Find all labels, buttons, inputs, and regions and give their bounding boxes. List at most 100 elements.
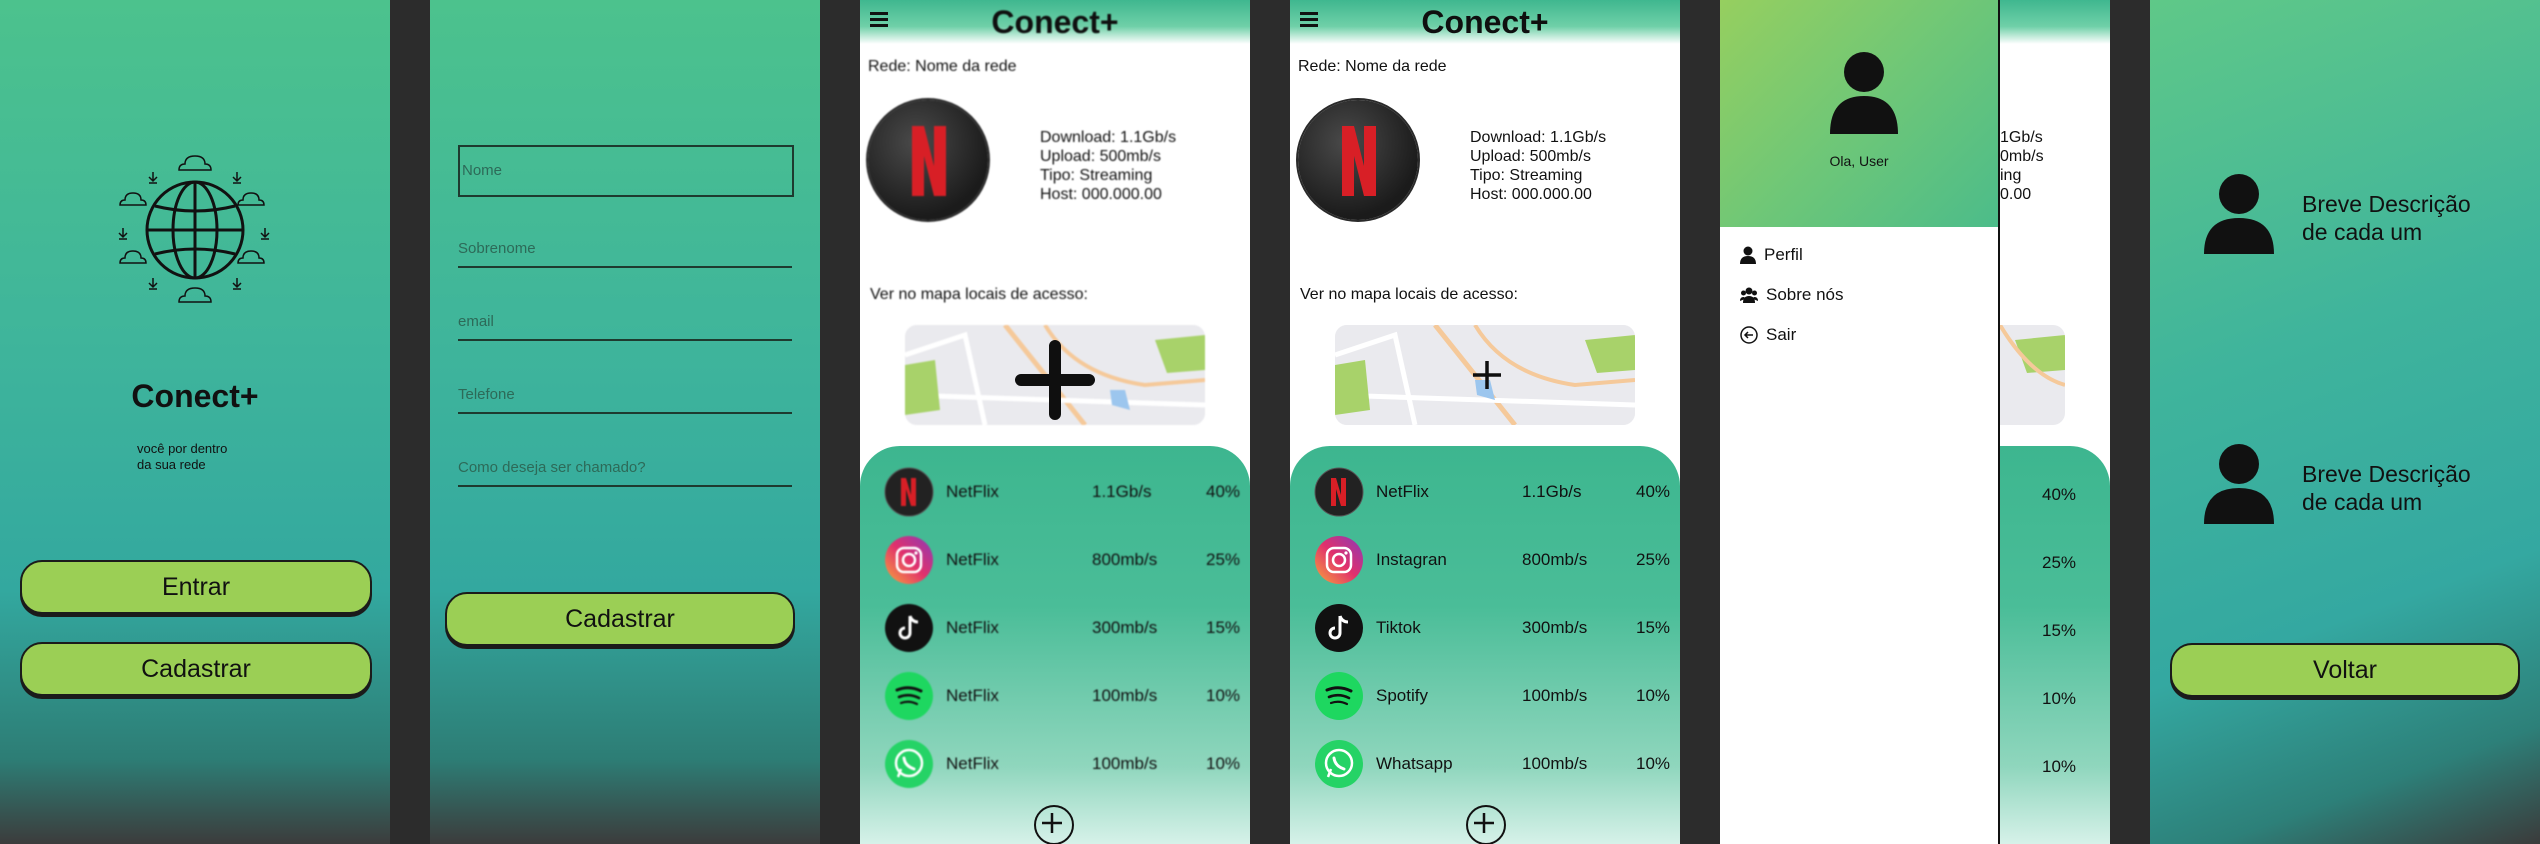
enter-button[interactable]: Entrar	[20, 560, 372, 614]
add-location-plus-icon[interactable]	[1470, 358, 1504, 392]
upload-stat: Upload: 500mb/s	[1040, 148, 1161, 165]
arrow-left-circle-icon	[1740, 326, 1758, 344]
app-row[interactable]: NetFlix 800mb/s 25%	[884, 535, 1244, 589]
app-row[interactable]: Instagran 800mb/s 25%	[1314, 535, 1674, 589]
type-stat: Tipo: Streaming	[1470, 167, 1583, 184]
app-percent: 10%	[1636, 754, 1671, 773]
app-percent: 40%	[1206, 482, 1241, 501]
app-speed: 300mb/s	[1522, 618, 1588, 637]
app-name: NetFlix	[946, 754, 999, 773]
add-location-plus-icon[interactable]	[1015, 340, 1095, 420]
instagram-icon	[1314, 535, 1364, 585]
add-circle-icon[interactable]	[1034, 805, 1074, 844]
app-percent: 15%	[1636, 618, 1671, 637]
submit-register-button[interactable]: Cadastrar	[445, 592, 795, 646]
app-percent: 10%	[1636, 686, 1671, 705]
divider	[2110, 0, 2150, 844]
description-2-line-2: de cada um	[2302, 489, 2423, 515]
tiktok-icon	[884, 603, 934, 653]
app-name: NetFlix	[946, 686, 999, 705]
side-drawer: Ola, User Perfil Sobre nós Sair	[1720, 0, 2000, 844]
download-stat: Download: 1.1Gb/s	[1470, 129, 1607, 146]
app-row[interactable]: NetFlix 1.1Gb/s 40%	[884, 467, 1244, 521]
app-name: Instagran	[1376, 550, 1447, 569]
app-speed: 1.1Gb/s	[1092, 482, 1152, 501]
app-row[interactable]: Whatsapp 100mb/s 10%	[1314, 739, 1674, 793]
tagline-line-1: você por dentro	[137, 441, 228, 456]
app-row[interactable]: NetFlix 100mb/s 10%	[884, 671, 1244, 725]
drawer-header: Ola, User	[1720, 0, 1998, 227]
upload-stat: Upload: 500mb/s	[1470, 148, 1591, 165]
divider	[390, 0, 430, 844]
user-avatar-icon	[1830, 52, 1898, 134]
greeting: Ola, User	[1829, 153, 1889, 169]
app-row[interactable]: Spotify 100mb/s 10%	[1314, 671, 1674, 725]
divider	[1250, 0, 1290, 844]
app-percent: 25%	[1636, 550, 1671, 569]
peek-stat-2: 0mb/s	[2000, 148, 2044, 165]
app-row[interactable]: NetFlix 300mb/s 15%	[884, 603, 1244, 657]
about-screen: Breve Descrição de cada um Breve Descriç…	[2150, 0, 2540, 844]
app-name: NetFlix	[946, 618, 999, 637]
app-speed: 100mb/s	[1522, 686, 1588, 705]
person-icon	[1740, 246, 1756, 264]
host-stat: Host: 000.000.00	[1040, 186, 1162, 203]
add-circle-icon[interactable]	[1466, 805, 1506, 844]
app-name: Conect+	[131, 378, 259, 414]
app-row[interactable]: Tiktok 300mb/s 15%	[1314, 603, 1674, 657]
menu-item-label: Sair	[1766, 325, 1797, 344]
app-percent: 40%	[1636, 482, 1671, 501]
network-stats: Download: 1.1Gb/s Upload: 500mb/s Tipo: …	[1040, 128, 1176, 204]
netflix-icon	[1314, 467, 1364, 517]
surname-field[interactable]: Sobrenome	[458, 240, 792, 268]
app-speed: 100mb/s	[1092, 686, 1158, 705]
network-name: Rede: Nome da rede	[868, 58, 1017, 75]
description-1: Breve Descrição de cada um	[2302, 190, 2471, 246]
peek-pct-3: 15%	[2042, 621, 2077, 640]
name-field[interactable]: Nome	[458, 145, 794, 197]
map-label: Ver no mapa locais de acesso:	[870, 286, 1088, 303]
app-percent: 15%	[1206, 618, 1241, 637]
app-name: Whatsapp	[1376, 754, 1453, 773]
menu-item-about[interactable]: Sobre nós	[1740, 285, 1844, 305]
netflix-icon	[868, 100, 988, 220]
nickname-field[interactable]: Como deseja ser chamado?	[458, 459, 792, 487]
dashboard-screen: Conect+ Rede: Nome da rede Download: 1.1…	[1290, 0, 1680, 844]
peek-list	[2000, 446, 2110, 844]
menu-item-label: Sobre nós	[1766, 285, 1844, 304]
globe-cloud-download-icon	[118, 155, 270, 303]
network-name: Rede: Nome da rede	[1298, 58, 1447, 75]
menu-item-profile[interactable]: Perfil	[1740, 245, 1803, 265]
menu-item-logout[interactable]: Sair	[1740, 325, 1796, 345]
app-title: Conect+	[991, 4, 1119, 40]
divider	[1680, 0, 1720, 844]
app-row[interactable]: NetFlix 1.1Gb/s 40%	[1314, 467, 1674, 521]
app-speed: 800mb/s	[1522, 550, 1588, 569]
app-name: NetFlix	[1376, 482, 1429, 501]
app-name: Tiktok	[1376, 618, 1421, 637]
email-field[interactable]: email	[458, 313, 792, 341]
description-2: Breve Descrição de cada um	[2302, 460, 2471, 516]
host-stat: Host: 000.000.00	[1470, 186, 1592, 203]
netflix-icon	[884, 467, 934, 517]
network-stats: Download: 1.1Gb/s Upload: 500mb/s Tipo: …	[1470, 128, 1606, 204]
spotify-icon	[884, 671, 934, 721]
app-percent: 10%	[1206, 686, 1241, 705]
app-percent: 10%	[1206, 754, 1241, 773]
back-button[interactable]: Voltar	[2170, 643, 2520, 697]
app-row[interactable]: NetFlix 100mb/s 10%	[884, 739, 1244, 793]
peek-pct-5: 10%	[2042, 757, 2077, 776]
register-screen: Nome Sobrenome email Telefone Como desej…	[430, 0, 820, 844]
app-name: Spotify	[1376, 686, 1428, 705]
divider	[820, 0, 860, 844]
tagline: você por dentro da sua rede	[137, 441, 227, 473]
app-speed: 1.1Gb/s	[1522, 482, 1582, 501]
peek-pct-4: 10%	[2042, 689, 2077, 708]
peek-pct-2: 25%	[2042, 553, 2077, 572]
app-name: NetFlix	[946, 482, 999, 501]
register-button[interactable]: Cadastrar	[20, 642, 372, 696]
tiktok-icon	[1314, 603, 1364, 653]
dashboard-screen-blurred: Conect+ Rede: Nome da rede Download: 1.1…	[860, 0, 1250, 844]
phone-field[interactable]: Telefone	[458, 386, 792, 414]
whatsapp-icon	[884, 739, 934, 789]
